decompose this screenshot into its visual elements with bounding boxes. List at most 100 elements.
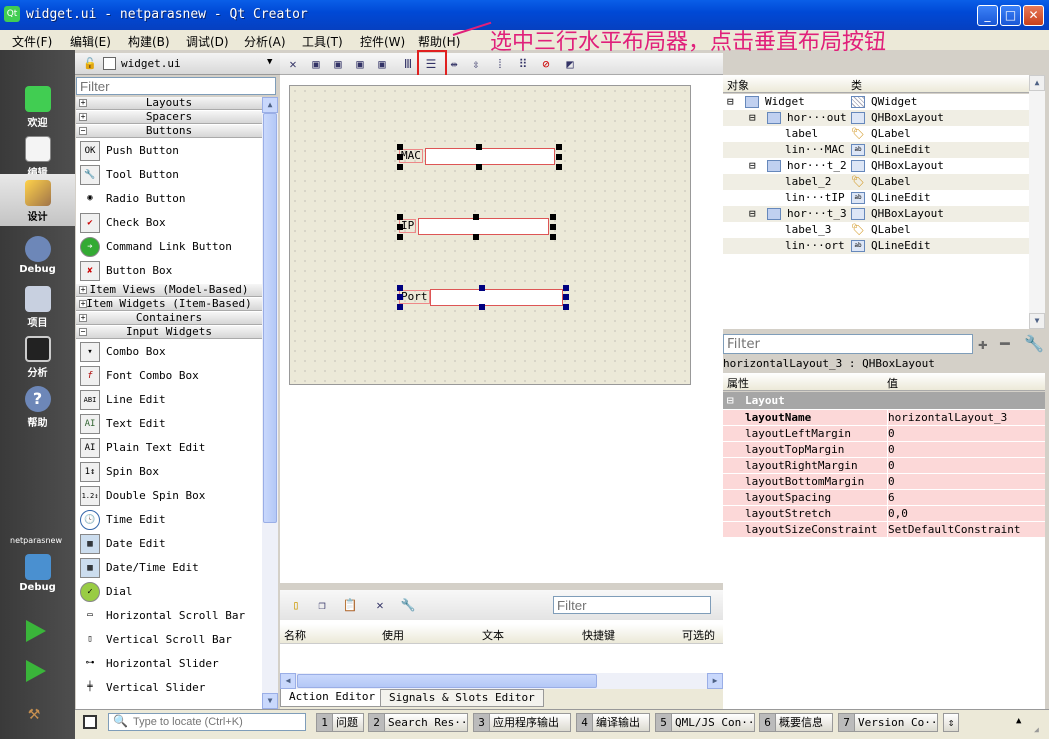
property-value[interactable]: SetDefaultConstraint [887,522,1020,538]
break-layout-icon[interactable]: ⊘ [538,56,554,72]
selection-handle[interactable] [550,224,556,230]
mode-edit[interactable]: 编辑 [0,130,75,180]
property-group-layout[interactable]: ⊟ Layout [723,392,1045,409]
tree-row[interactable]: ⊟ Widget QWidget [723,94,1029,110]
widget-vertical-scroll-bar[interactable]: ▯ Vertical Scroll Bar [78,628,262,652]
category-item-widgets[interactable]: + Item Widgets (Item-Based) [76,298,262,311]
chevron-down-icon[interactable]: ▼ [267,57,272,67]
line-edit-ip[interactable] [418,218,549,235]
add-property-icon[interactable]: ✚ [978,334,988,353]
widget-push-button[interactable]: OK Push Button [78,139,262,163]
locator-input[interactable] [108,713,306,731]
menu-analyze[interactable]: 分析(A) [244,33,286,50]
tree-row[interactable]: ⊟ hor···out QHBoxLayout [723,110,1029,126]
widget-plain-text-edit[interactable]: AI Plain Text Edit [78,436,262,460]
property-row[interactable]: layoutBottomMargin 0 [723,474,1045,490]
tree-row[interactable]: label_2 🏷 QLabel [723,174,1029,190]
selection-handle[interactable] [473,234,479,240]
scroll-up-icon[interactable]: ▲ [262,97,278,113]
scroll-up-icon[interactable]: ▲ [1029,75,1045,91]
property-value[interactable]: 6 [887,490,895,506]
selection-handle[interactable] [397,144,403,150]
object-inspector-scrollbar[interactable]: ▲ ▼ [1029,75,1045,329]
selection-handle[interactable] [563,294,569,300]
widget-time-edit[interactable]: 🕓 Time Edit [78,508,262,532]
column-header[interactable]: 对象 [727,77,749,93]
output-tab-version-control[interactable]: 7 Version Co··· [838,713,938,732]
more-tabs-button[interactable]: ⇕ [943,713,959,732]
column-header[interactable]: 快捷键 [582,627,615,643]
collapse-icon[interactable]: ⊟ [727,392,734,409]
property-row[interactable]: layoutSpacing 6 [723,490,1045,506]
widget-box-scrollbar[interactable]: ▲ ▼ [262,97,278,709]
output-tab-search-results[interactable]: 2 Search Res··· [368,713,468,732]
property-row[interactable]: layoutName horizontalLayout_3 [723,410,1045,426]
output-tab-issues[interactable]: 1 问题 [316,713,364,732]
output-tab-qml-console[interactable]: 5 QML/JS Con··· [655,713,755,732]
tree-row[interactable]: lin···tIP ab QLineEdit [723,190,1029,206]
open-file-name[interactable]: widget.ui [121,57,181,70]
menu-file[interactable]: 文件(F) [12,33,52,50]
toggle-sidebar-icon[interactable] [83,715,97,729]
resize-grip-icon[interactable]: ◢ [1034,725,1039,734]
scroll-up-arrow-icon[interactable]: ▲ [1016,716,1021,726]
property-row[interactable]: layoutSizeConstraint SetDefaultConstraint [723,522,1045,538]
selection-handle[interactable] [397,304,403,310]
scroll-thumb[interactable] [297,674,597,688]
scroll-right-icon[interactable]: ▶ [707,673,723,689]
widget-horizontal-slider[interactable]: ⊶ Horizontal Slider [78,652,262,676]
edit-tab-order-icon[interactable]: ▣ [374,56,390,72]
menu-build[interactable]: 构建(B) [128,33,170,50]
mode-welcome[interactable]: 欢迎 [0,80,75,130]
layout-grid-icon[interactable]: ⠿ [515,56,531,72]
tab-action-editor[interactable]: Action Editor [280,689,385,707]
selection-handle[interactable] [397,294,403,300]
layout-vertical-splitter-icon[interactable]: ⇳ [468,56,484,72]
selection-handle[interactable] [397,285,403,291]
output-tab-general-messages[interactable]: 6 概要信息 [759,713,833,732]
selection-handle[interactable] [556,144,562,150]
column-header[interactable]: 属性 [727,375,749,391]
column-header[interactable]: 使用 [382,627,404,643]
menu-widgets[interactable]: 控件(W) [360,33,405,50]
layout-form-icon[interactable]: ⁞ [492,56,508,72]
close-button[interactable]: ✕ [1023,5,1044,26]
column-header[interactable]: 名称 [284,627,306,643]
selection-handle[interactable] [479,285,485,291]
widget-dial[interactable]: ✓ Dial [78,580,262,604]
copy-action-icon[interactable]: ❐ [314,597,330,613]
widget-command-link-button[interactable]: ➔ Command Link Button [78,235,262,259]
selection-handle[interactable] [473,214,479,220]
edit-signals-slots-icon[interactable]: ▣ [330,56,346,72]
tree-row[interactable]: ⊟ hor···t_3 QHBoxLayout [723,206,1029,222]
close-editor-icon[interactable]: ✕ [285,56,301,72]
widget-spin-box[interactable]: 1↕ Spin Box [78,460,262,484]
property-row[interactable]: layoutStretch 0,0 [723,506,1045,522]
property-value[interactable]: 0 [887,442,895,458]
column-header[interactable]: 类 [851,77,862,93]
selection-handle[interactable] [397,224,403,230]
tab-signals-slots-editor[interactable]: Signals & Slots Editor [380,689,544,707]
mode-design[interactable]: 设计 [0,174,75,226]
widget-vertical-slider[interactable]: ╪ Vertical Slider [78,676,262,700]
maximize-button[interactable]: □ [1000,5,1021,26]
category-input-widgets[interactable]: − Input Widgets [76,326,262,339]
widget-filter-input[interactable] [76,77,276,95]
paste-action-icon[interactable]: 📋 [342,597,358,613]
minimize-button[interactable]: _ [977,5,998,26]
tree-row[interactable]: lin···MAC ab QLineEdit [723,142,1029,158]
tree-row[interactable]: lin···ort ab QLineEdit [723,238,1029,254]
column-header[interactable]: 可选的 [682,627,715,643]
widget-tool-button[interactable]: 🔧 Tool Button [78,163,262,187]
selection-handle[interactable] [476,144,482,150]
selection-handle[interactable] [476,164,482,170]
column-header[interactable]: 值 [887,375,898,391]
build-hammer-icon[interactable]: ⚒ [28,700,50,724]
mode-debug[interactable]: Debug [0,230,75,280]
widget-button-box[interactable]: ✘ Button Box [78,259,262,283]
line-edit-mac[interactable] [425,148,555,165]
collapse-icon[interactable]: ⊟ [727,94,734,110]
menu-debug[interactable]: 调试(D) [186,33,229,50]
scroll-left-icon[interactable]: ◀ [280,673,296,689]
selection-handle[interactable] [397,164,403,170]
